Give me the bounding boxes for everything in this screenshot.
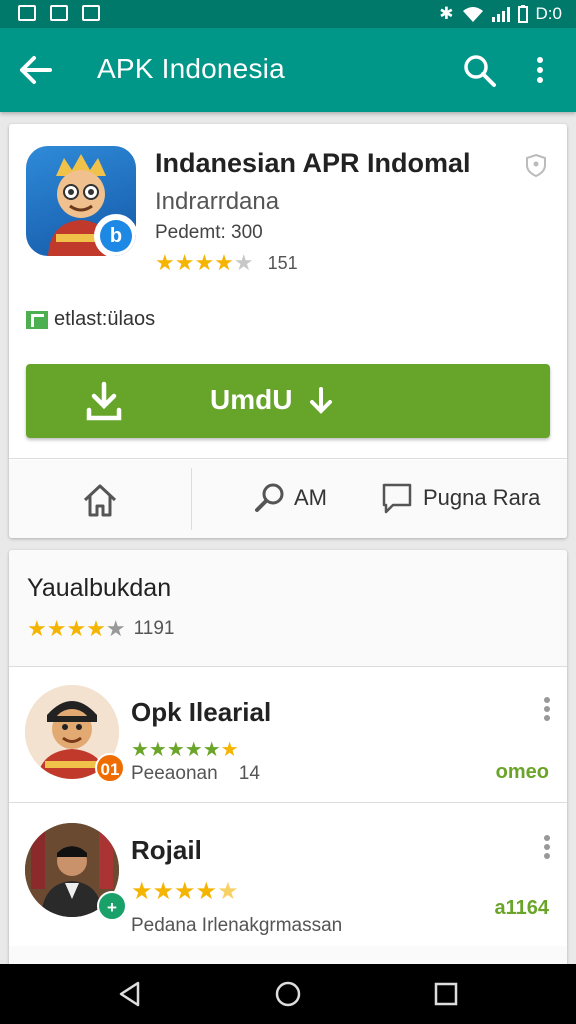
bluetooth-icon: ✱ (439, 4, 454, 23)
battery-icon (517, 5, 528, 23)
app-icon[interactable]: b (26, 146, 136, 256)
page-title: APK Indonesia (97, 53, 285, 84)
review-text: Peeaonan 14 (131, 763, 260, 784)
navigation-bar (0, 964, 576, 1024)
app-title: Indanesian APR Indomal (155, 148, 471, 178)
more-vert-icon[interactable] (537, 833, 557, 863)
list-item[interactable]: 01 Opk Ilearial ★★★★★★ Peeaonan 14 omeo (9, 666, 567, 802)
review-stars: ★★★★★ (131, 878, 239, 905)
app-badge: b (94, 214, 136, 256)
reviews-rating: ★★★★★ 1191 (27, 616, 174, 642)
search-icon[interactable] (462, 53, 498, 89)
app-bar: APK Indonesia (0, 28, 576, 112)
reviewer-name: Opk Ilearial (131, 697, 272, 727)
rating-stars: ★★★★★ (155, 250, 254, 275)
more-vert-icon[interactable] (537, 695, 557, 725)
app-detail-card: b Indanesian APR Indomal Indrarrdana Ped… (9, 124, 567, 538)
wishlist-icon[interactable] (523, 152, 549, 178)
more-vert-icon[interactable] (528, 52, 552, 88)
arrow-back-icon[interactable] (18, 54, 54, 86)
nav-home-icon[interactable] (274, 980, 302, 1008)
reviews-card: Yaualbukdan ★★★★★ 1191 01 Opk Ilearial ★… (9, 550, 567, 970)
avatar-badge: 01 (95, 753, 125, 783)
review-value: omeo (495, 761, 549, 783)
am-label: AM (294, 485, 327, 510)
home-icon[interactable] (81, 482, 119, 518)
nav-recents-icon[interactable] (434, 982, 458, 1006)
image-notification-icon (18, 5, 36, 21)
status-time: D:0 (535, 4, 562, 23)
editor-choice-icon (26, 310, 48, 329)
divider (9, 458, 567, 459)
reviewer-name: Rojail (131, 835, 202, 865)
rating-count: 1191 (133, 618, 175, 639)
wifi-icon (462, 7, 483, 22)
status-bar: ✱ D:0 (0, 0, 576, 28)
install-label: UmdU (210, 384, 293, 415)
download-icon (86, 381, 122, 421)
add-badge[interactable]: + (97, 891, 127, 921)
divider (191, 468, 192, 530)
editor-choice-row: etlast:ülaos (26, 308, 155, 331)
forum-button[interactable]: Pugna Rara (381, 482, 540, 514)
reviews-title: Yaualbukdan (27, 574, 172, 602)
install-button[interactable]: UmdU (26, 364, 550, 438)
app-meta: Pedemt: 300 (155, 222, 263, 243)
review-stars: ★★★★★★ (131, 739, 239, 761)
chart-notification-icon (50, 5, 68, 21)
rating-count: 151 (267, 252, 298, 273)
arrow-down-icon (310, 387, 332, 414)
app-rating: ★★★★★ 151 (155, 250, 298, 276)
action-row: AM Pugna Rara (9, 460, 567, 538)
review-text: Pedana Irlenakgrmassan (131, 915, 343, 936)
photo-notification-icon (82, 5, 100, 21)
chat-bubble-icon (382, 483, 412, 514)
review-value: a1164 (494, 897, 549, 919)
list-item[interactable]: + Rojail ★★★★★ Pedana Irlenakgrmassan a1… (9, 802, 567, 946)
editor-choice-label: etlast:ülaos (54, 308, 156, 330)
signal-icon (491, 6, 510, 22)
forum-label: Pugna Rara (423, 485, 541, 510)
rating-stars: ★★★★★ (27, 616, 126, 641)
search-icon (255, 483, 284, 512)
am-button[interactable]: AM (254, 482, 327, 514)
app-developer[interactable]: Indrarrdana (155, 188, 279, 216)
nav-back-icon[interactable] (116, 980, 144, 1008)
